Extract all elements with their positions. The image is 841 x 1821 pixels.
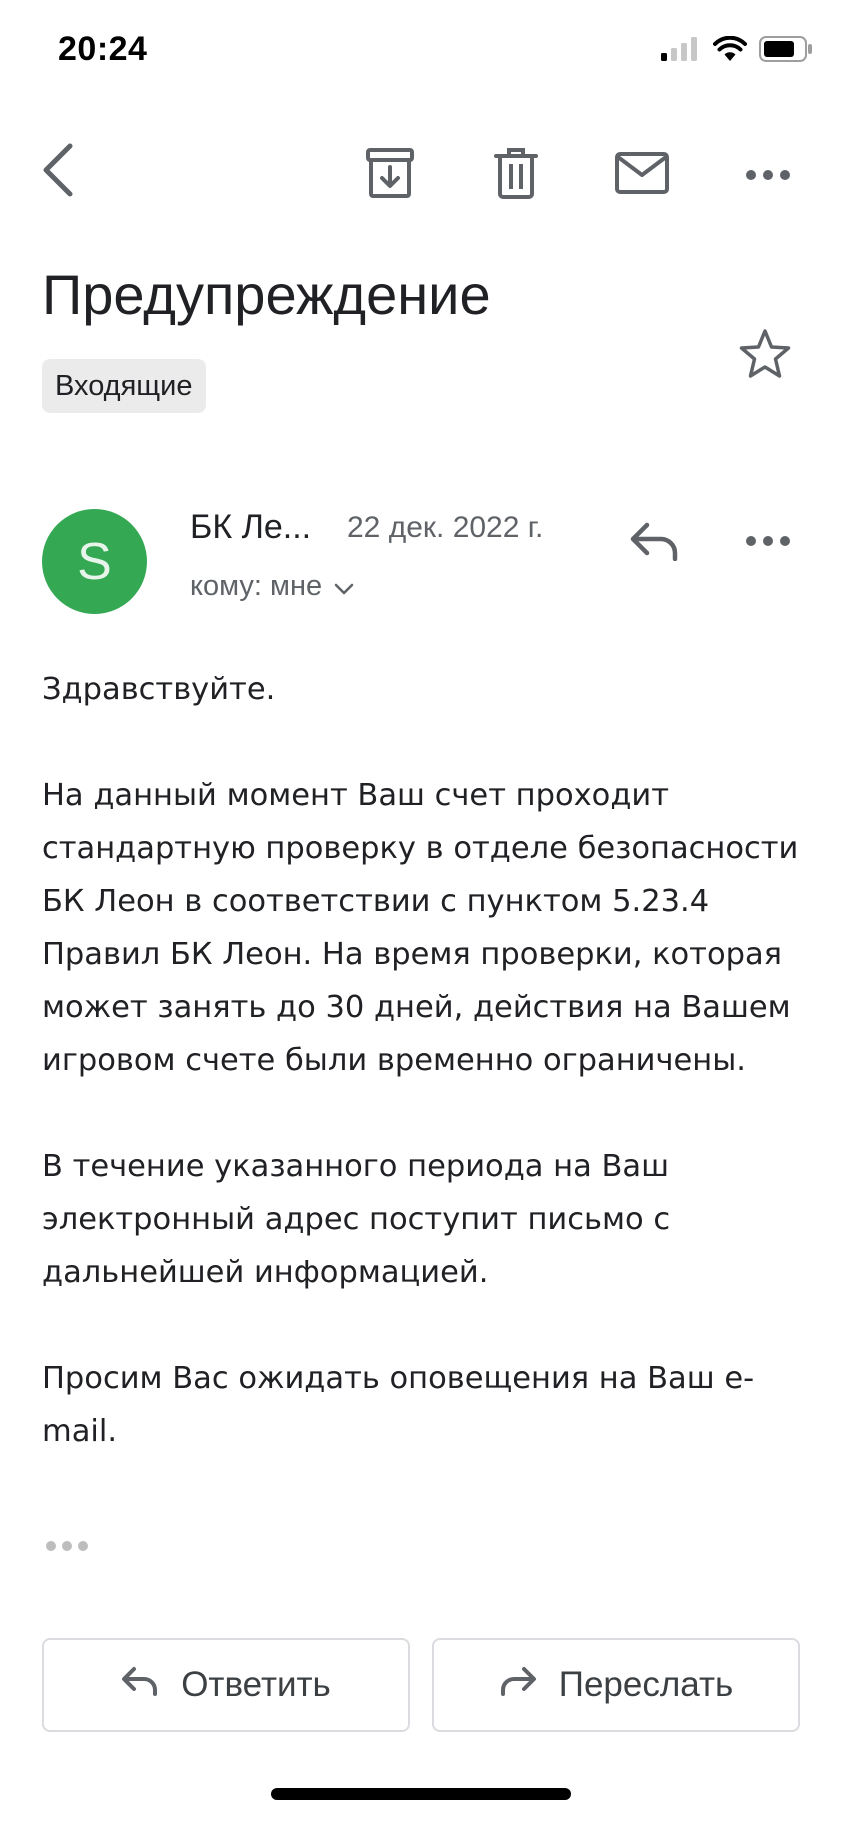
battery-icon xyxy=(759,36,813,66)
forward-action-button[interactable]: Переслать xyxy=(432,1638,800,1732)
reply-action-button[interactable]: Ответить xyxy=(42,1638,410,1732)
star-icon xyxy=(738,329,792,384)
forward-action-label: Переслать xyxy=(558,1665,734,1704)
archive-button[interactable] xyxy=(360,145,420,205)
body-paragraph: На данный момент Ваш счет проходит станд… xyxy=(42,778,799,1078)
reply-button[interactable] xyxy=(622,515,688,571)
reply-icon xyxy=(121,1665,159,1705)
wifi-icon xyxy=(713,35,747,66)
email-body: Здравствуйте. На данный момент Ваш счет … xyxy=(42,663,812,1458)
star-button[interactable] xyxy=(738,328,792,384)
show-trimmed-content-button[interactable] xyxy=(44,1538,90,1557)
more-options-button[interactable] xyxy=(740,150,796,200)
chevron-down-icon xyxy=(334,570,354,603)
reply-icon xyxy=(629,521,681,565)
sender-name[interactable]: БК Ле... xyxy=(190,508,311,547)
reply-action-label: Ответить xyxy=(181,1665,331,1704)
recipient-details[interactable]: кому: мне xyxy=(190,570,354,603)
mail-icon xyxy=(614,151,670,199)
system-icons xyxy=(661,35,813,66)
forward-icon xyxy=(499,1665,537,1705)
email-date: 22 дек. 2022 г. xyxy=(347,511,544,544)
more-horizontal-icon xyxy=(745,166,791,185)
body-paragraph: Здравствуйте. xyxy=(42,672,276,707)
status-bar: 20:24 xyxy=(0,0,841,100)
recipient-label: кому: мне xyxy=(190,570,323,602)
body-paragraph: Просим Вас ожидать оповещения на Ваш e-m… xyxy=(42,1361,755,1449)
email-subject: Предупреждение xyxy=(42,263,491,326)
avatar: S xyxy=(42,509,147,614)
archive-icon xyxy=(365,147,415,203)
label-chip-inbox[interactable]: Входящие xyxy=(42,359,206,413)
message-more-button[interactable] xyxy=(740,526,796,556)
back-button[interactable] xyxy=(30,140,86,204)
cellular-signal-icon xyxy=(661,37,701,65)
more-horizontal-icon xyxy=(745,532,791,551)
delete-button[interactable] xyxy=(486,145,546,205)
home-indicator[interactable] xyxy=(271,1788,571,1800)
mark-unread-button[interactable] xyxy=(612,145,672,205)
trash-icon xyxy=(494,147,538,203)
body-paragraph: В течение указанного периода на Ваш элек… xyxy=(42,1149,671,1290)
status-time: 20:24 xyxy=(58,30,148,68)
more-horizontal-icon xyxy=(44,1538,90,1557)
back-arrow-icon xyxy=(40,142,76,202)
